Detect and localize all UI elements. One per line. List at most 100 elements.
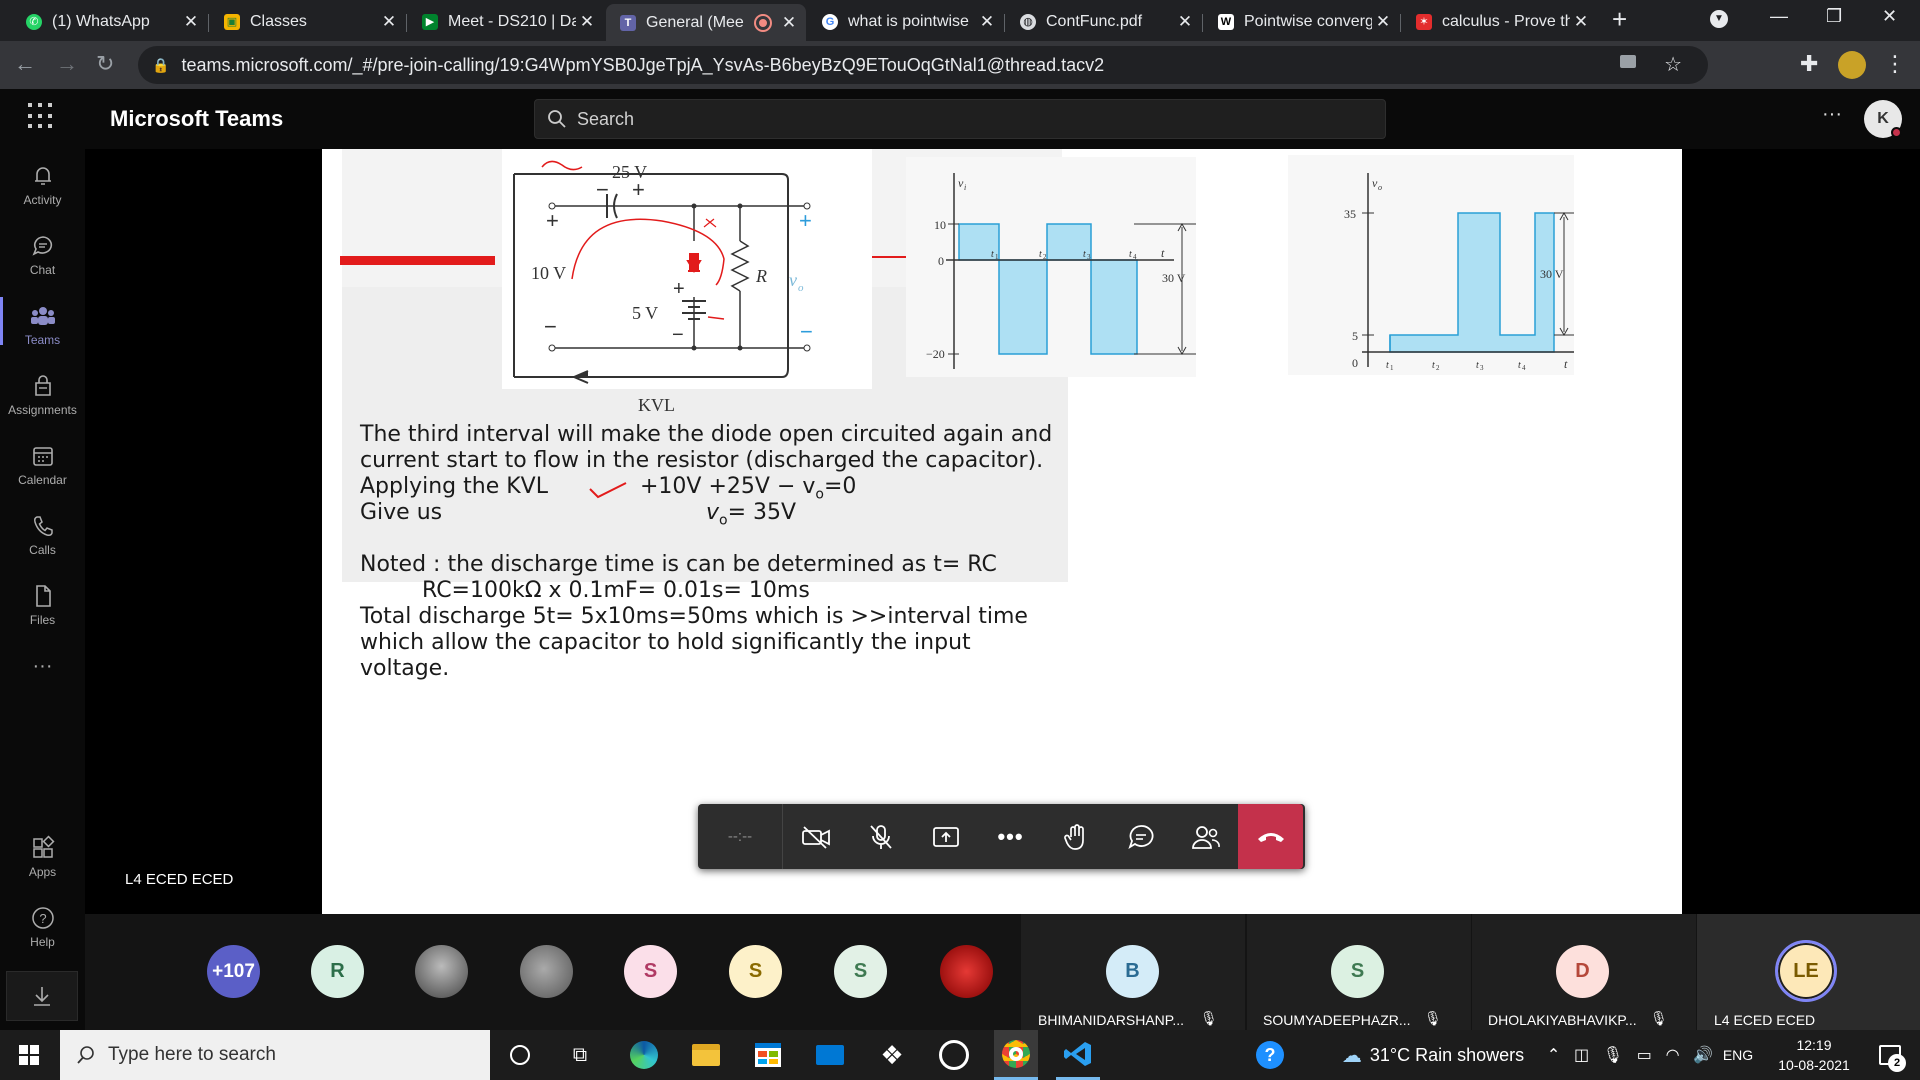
download-app-button[interactable]	[6, 971, 78, 1021]
rail-item-apps[interactable]: Apps	[0, 835, 85, 879]
browser-tab[interactable]: ▣ Classes ✕	[210, 6, 406, 37]
svg-text:+: +	[632, 177, 645, 202]
browser-tab[interactable]: ◍ ContFunc.pdf ✕	[1006, 6, 1202, 37]
close-tab-icon[interactable]: ✕	[180, 12, 202, 32]
lock-icon: 🔒	[152, 56, 170, 73]
resistor-label: R	[755, 266, 767, 286]
participant-avatar[interactable]: S	[624, 945, 677, 998]
restore-button[interactable]: ❐	[1826, 6, 1842, 27]
browser-menu-icon[interactable]: ⋮	[1884, 51, 1906, 77]
rail-item-teams[interactable]: Teams	[0, 297, 85, 347]
teams-header: Microsoft Teams Search ··· K	[0, 89, 1920, 149]
minimize-button[interactable]: —	[1770, 6, 1788, 27]
rail-item-calendar[interactable]: Calendar	[0, 443, 85, 487]
browser-tab[interactable]: ✆ (1) WhatsApp ✕	[12, 6, 208, 37]
close-tab-icon[interactable]: ✕	[576, 12, 598, 32]
reload-icon[interactable]: ↻	[96, 51, 114, 77]
notifications-button[interactable]: 2	[1866, 1030, 1914, 1080]
tab-search-icon[interactable]: ▼	[1710, 10, 1728, 28]
browser-tab[interactable]: W Pointwise converg ✕	[1204, 6, 1400, 37]
clock[interactable]: 12:19 10-08-2021	[1764, 1030, 1864, 1080]
participant-avatar-photo[interactable]	[415, 945, 468, 998]
back-icon[interactable]: ←	[14, 51, 36, 77]
svg-text:−: −	[672, 324, 684, 346]
svg-text:3: 3	[1087, 253, 1091, 261]
camera-blocked-icon[interactable]	[1620, 55, 1636, 68]
profile-avatar[interactable]	[1838, 51, 1866, 79]
forward-icon[interactable]: →	[56, 51, 78, 77]
close-tab-icon[interactable]: ✕	[1372, 12, 1394, 32]
participant-avatar-photo[interactable]	[520, 945, 573, 998]
edge-icon[interactable]	[622, 1030, 666, 1080]
search-input[interactable]: Search	[534, 99, 1386, 139]
rail-item-help[interactable]: ? Help	[0, 905, 85, 949]
chat-button[interactable]	[1108, 804, 1173, 869]
close-tab-icon[interactable]: ✕	[378, 12, 400, 32]
user-avatar[interactable]: K	[1864, 100, 1902, 138]
address-bar-row: ← → ↻ 🔒 teams.microsoft.com/_#/pre-join-…	[0, 41, 1920, 89]
rail-item-chat[interactable]: Chat	[0, 233, 85, 277]
vscode-icon[interactable]	[1056, 1030, 1100, 1080]
close-tab-icon[interactable]: ✕	[1570, 12, 1592, 32]
bookmark-star-icon[interactable]: ☆	[1664, 52, 1682, 77]
browser-tab[interactable]: ▶ Meet - DS210 | Da ✕	[408, 6, 604, 37]
mail-icon[interactable]	[808, 1030, 852, 1080]
text-line-give: Give us vo= 35V	[360, 500, 797, 529]
overflow-participants-button[interactable]: +107	[207, 945, 260, 998]
close-tab-icon[interactable]: ✕	[976, 12, 998, 32]
classroom-icon: ▣	[224, 13, 240, 30]
rail-item-calls[interactable]: Calls	[0, 513, 85, 557]
text-line-kvl: Applying the KVL +10V +25V − vo=0	[360, 474, 857, 503]
help-tray-icon[interactable]: ?	[1250, 1030, 1290, 1080]
extensions-icon[interactable]: ✚	[1800, 51, 1818, 77]
browser-tab-active[interactable]: T General (Mee ✕	[606, 4, 806, 41]
close-tab-icon[interactable]: ✕	[1174, 12, 1196, 32]
red-dash	[870, 256, 906, 258]
store-icon[interactable]	[746, 1030, 790, 1080]
rail-more-icon[interactable]: ···	[0, 655, 85, 678]
share-button[interactable]	[913, 804, 978, 869]
mic-toggle-button[interactable]	[848, 804, 913, 869]
taskbar-search-input[interactable]: Type here to search	[60, 1030, 490, 1080]
url-field[interactable]: 🔒 teams.microsoft.com/_#/pre-join-callin…	[138, 46, 1708, 84]
rail-item-files[interactable]: Files	[0, 583, 85, 627]
dropbox-icon[interactable]: ❖	[870, 1030, 914, 1080]
presence-badge	[1891, 127, 1902, 138]
text-line: Total discharge 5t= 5x10ms=50ms which is…	[360, 604, 1028, 629]
camera-app-icon[interactable]	[932, 1030, 976, 1080]
app-launcher-icon[interactable]	[28, 103, 56, 131]
rail-item-assignments[interactable]: Assignments	[0, 373, 85, 417]
participant-avatar[interactable]: S	[729, 945, 782, 998]
file-explorer-icon[interactable]	[684, 1030, 728, 1080]
hang-up-button[interactable]	[1238, 804, 1303, 869]
svg-text:10: 10	[934, 218, 946, 232]
chrome-icon[interactable]	[994, 1030, 1038, 1080]
svg-text:+: +	[673, 278, 685, 300]
browser-tab[interactable]: G what is pointwise ✕	[808, 6, 1004, 37]
cortana-icon[interactable]	[500, 1030, 540, 1080]
url-text: teams.microsoft.com/_#/pre-join-calling/…	[181, 54, 1105, 75]
participants-button[interactable]	[1173, 804, 1238, 869]
close-tab-icon[interactable]: ✕	[778, 13, 800, 33]
camera-toggle-button[interactable]	[783, 804, 848, 869]
participant-name: SOUMYADEEPHAZR...	[1263, 1012, 1411, 1028]
weather-widget[interactable]: ☁ 31°C Rain showers	[1328, 1030, 1538, 1080]
browser-tab[interactable]: ✶ calculus - Prove th ✕	[1402, 6, 1598, 37]
new-tab-button[interactable]: +	[1612, 4, 1627, 35]
participant-avatar-photo[interactable]	[940, 945, 993, 998]
start-button[interactable]	[0, 1030, 58, 1080]
raise-hand-button[interactable]	[1043, 804, 1108, 869]
rail-item-activity[interactable]: Activity	[0, 163, 85, 207]
svg-text:0: 0	[1352, 356, 1358, 370]
task-view-icon[interactable]: ⧉	[560, 1030, 600, 1080]
windows-logo-icon	[19, 1045, 39, 1065]
close-window-button[interactable]: ✕	[1882, 6, 1897, 27]
language-indicator[interactable]: ENG	[1718, 1030, 1758, 1080]
text-line: The third interval will make the diode o…	[360, 422, 1053, 447]
system-tray[interactable]: ⌃ ◫ 🎙 ▭ ◠ 🔊	[1540, 1030, 1720, 1080]
more-options-icon[interactable]: ···	[1822, 103, 1842, 126]
more-actions-button[interactable]: •••	[978, 804, 1043, 869]
svg-text:t: t	[1432, 360, 1435, 371]
participant-avatar[interactable]: R	[311, 945, 364, 998]
participant-avatar[interactable]: S	[834, 945, 887, 998]
